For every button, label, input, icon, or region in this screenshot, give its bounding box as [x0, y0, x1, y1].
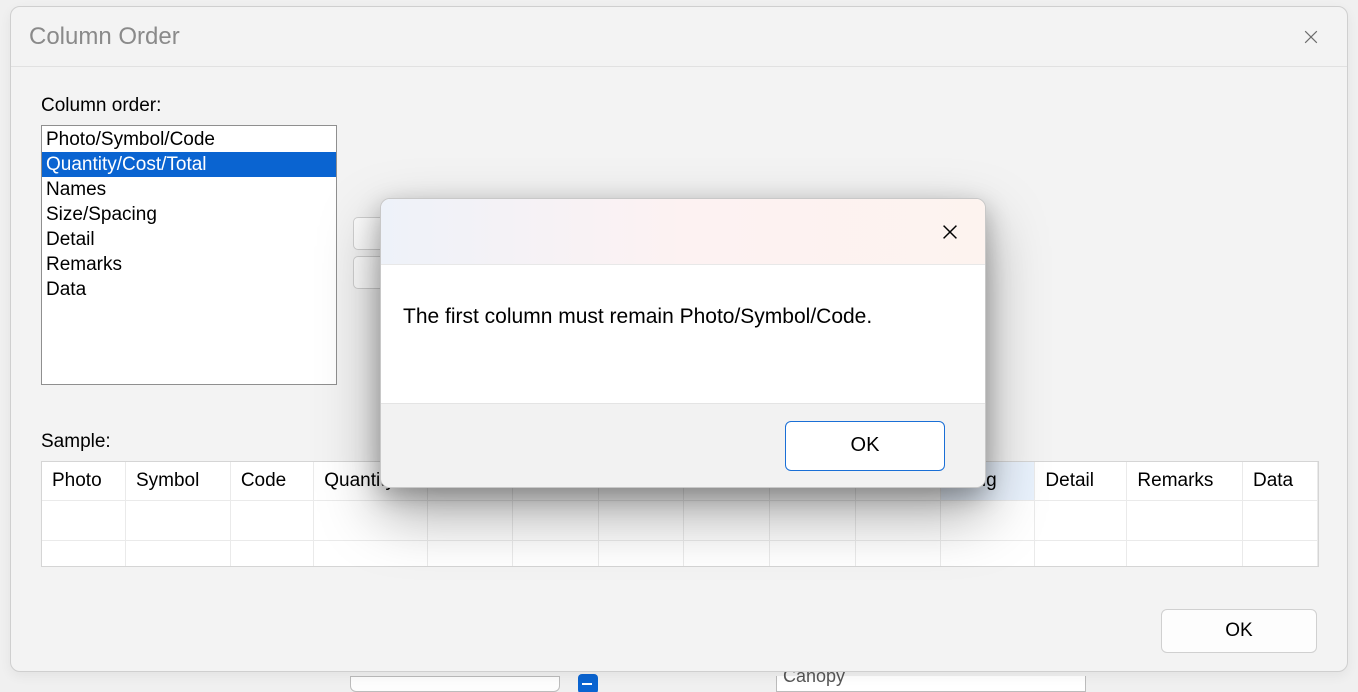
- background-checkbox-partial: [578, 674, 598, 692]
- alert-titlebar: [381, 199, 985, 265]
- table-cell: [513, 540, 599, 566]
- table-cell: [855, 500, 941, 540]
- table-cell: [1035, 540, 1127, 566]
- table-cell: [1242, 500, 1317, 540]
- table-cell: [42, 540, 125, 566]
- table-cell: [230, 540, 313, 566]
- table-cell: [855, 540, 941, 566]
- listbox-item[interactable]: Names: [42, 177, 336, 202]
- table-cell: [1242, 540, 1317, 566]
- dialog-footer: OK: [1161, 609, 1317, 653]
- table-cell: [684, 540, 770, 566]
- table-cell: [42, 500, 125, 540]
- dialog-title: Column Order: [29, 23, 180, 51]
- table-cell: [941, 500, 1035, 540]
- column-header[interactable]: Detail: [1035, 462, 1127, 500]
- table-cell: [941, 540, 1035, 566]
- column-header[interactable]: Data: [1242, 462, 1317, 500]
- column-order-label: Column order:: [41, 95, 1317, 117]
- background-partial-ui: Canopy: [350, 676, 1150, 692]
- alert-message: The first column must remain Photo/Symbo…: [381, 265, 985, 349]
- table-cell: [427, 500, 513, 540]
- listbox-item[interactable]: Quantity/Cost/Total: [42, 152, 336, 177]
- listbox-item[interactable]: Detail: [42, 227, 336, 252]
- table-cell: [598, 500, 684, 540]
- alert-ok-button[interactable]: OK: [785, 421, 945, 471]
- dialog-titlebar: Column Order: [11, 7, 1347, 67]
- table-cell: [1035, 500, 1127, 540]
- table-cell: [770, 500, 856, 540]
- background-dropdown-partial: Canopy: [776, 676, 1086, 692]
- column-order-listbox[interactable]: Photo/Symbol/CodeQuantity/Cost/TotalName…: [41, 125, 337, 385]
- ok-button[interactable]: OK: [1161, 609, 1317, 653]
- table-row: [42, 540, 1318, 566]
- listbox-item[interactable]: Size/Spacing: [42, 202, 336, 227]
- table-cell: [427, 540, 513, 566]
- table-cell: [513, 500, 599, 540]
- close-icon[interactable]: [1297, 23, 1325, 51]
- alert-dialog: The first column must remain Photo/Symbo…: [380, 198, 986, 488]
- column-header[interactable]: Symbol: [125, 462, 230, 500]
- listbox-item[interactable]: Photo/Symbol/Code: [42, 127, 336, 152]
- table-cell: [684, 500, 770, 540]
- listbox-item[interactable]: Data: [42, 277, 336, 302]
- table-cell: [770, 540, 856, 566]
- listbox-item[interactable]: Remarks: [42, 252, 336, 277]
- column-header[interactable]: Photo: [42, 462, 125, 500]
- background-button-partial: [350, 676, 560, 692]
- column-header[interactable]: Remarks: [1127, 462, 1243, 500]
- table-row: [42, 500, 1318, 540]
- table-cell: [1127, 540, 1243, 566]
- column-header[interactable]: Code: [230, 462, 313, 500]
- close-icon[interactable]: [937, 219, 963, 245]
- table-cell: [125, 540, 230, 566]
- table-cell: [230, 500, 313, 540]
- table-cell: [125, 500, 230, 540]
- table-cell: [314, 500, 427, 540]
- table-cell: [1127, 500, 1243, 540]
- table-cell: [314, 540, 427, 566]
- table-cell: [598, 540, 684, 566]
- alert-footer: OK: [381, 403, 985, 487]
